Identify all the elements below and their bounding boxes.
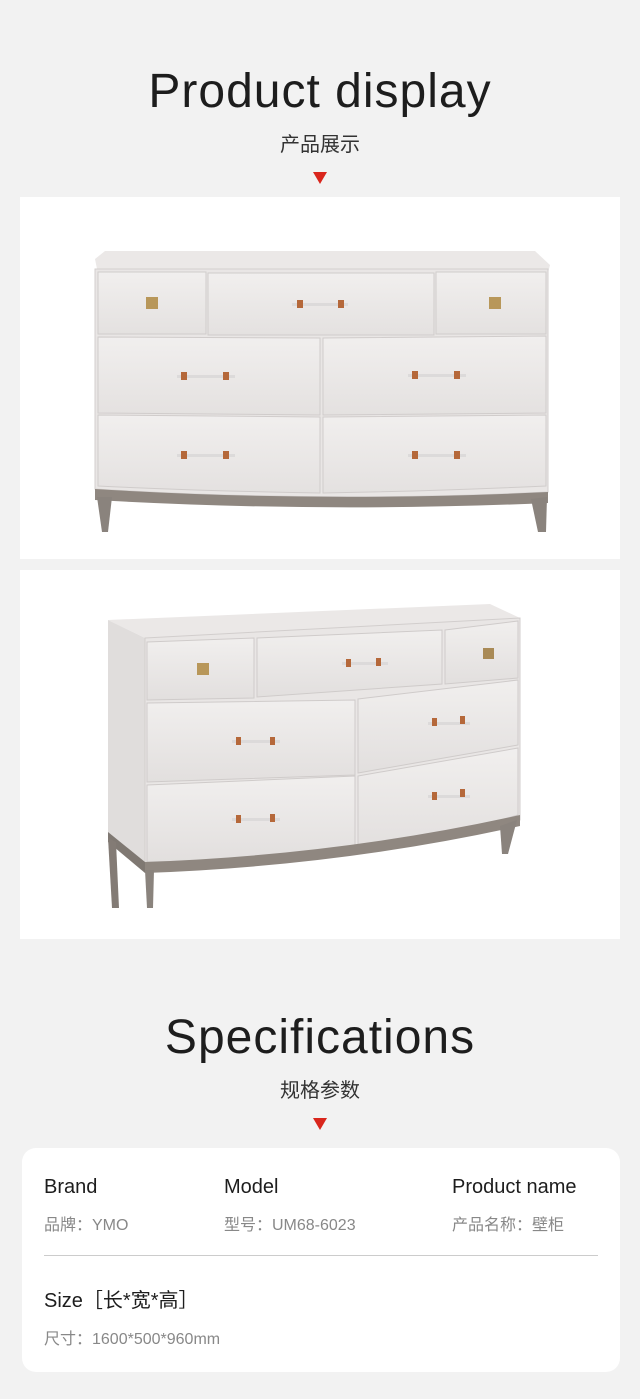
spec-brand: Brand 品牌：YMO	[44, 1176, 128, 1235]
down-triangle-icon	[313, 172, 327, 184]
specs-subtitle: 规格参数	[280, 1080, 360, 1102]
product-photo-front	[20, 197, 620, 559]
display-subtitle: 产品展示	[280, 134, 360, 156]
dresser-angled-image	[108, 604, 521, 908]
spec-model: Model 型号：UM68-6023	[224, 1176, 356, 1235]
spec-brand-heading: Brand	[44, 1176, 98, 1198]
spec-size: Size［长*宽*高］ 尺寸：1600*500*960mm	[44, 1284, 220, 1349]
dresser-front-image	[94, 251, 550, 532]
spec-product-name-value: 产品名称：壁柜	[452, 1217, 565, 1234]
spec-model-value: 型号：UM68-6023	[224, 1217, 356, 1234]
specifications-card: Brand 品牌：YMO Model 型号：UM68-6023 Product …	[22, 1148, 620, 1372]
spec-size-value: 尺寸：1600*500*960mm	[44, 1331, 221, 1348]
specs-title: Specifications	[164, 1011, 476, 1064]
spec-product-name: Product name 产品名称：壁柜	[452, 1176, 577, 1235]
product-photo-angled	[20, 570, 620, 939]
spec-brand-value: 品牌：YMO	[44, 1217, 129, 1234]
down-triangle-icon	[313, 1118, 327, 1130]
spec-divider	[44, 1255, 598, 1256]
spec-model-heading: Model	[224, 1176, 279, 1198]
spec-product-name-heading: Product name	[452, 1176, 577, 1198]
display-title: Product display	[148, 65, 492, 118]
spec-size-heading: Size［长*宽*高］	[44, 1290, 199, 1312]
